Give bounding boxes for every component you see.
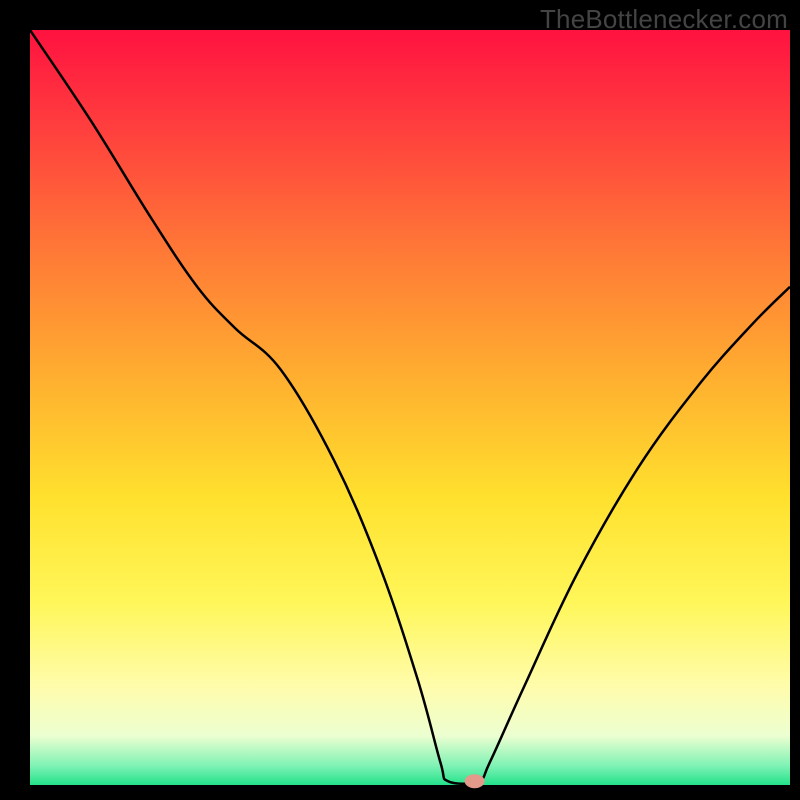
- gradient-backdrop: [30, 30, 790, 785]
- watermark-text: TheBottleneсker.com: [540, 4, 788, 35]
- optimum-marker: [465, 774, 485, 788]
- bottleneck-chart: [0, 0, 800, 800]
- chart-container: TheBottleneсker.com: [0, 0, 800, 800]
